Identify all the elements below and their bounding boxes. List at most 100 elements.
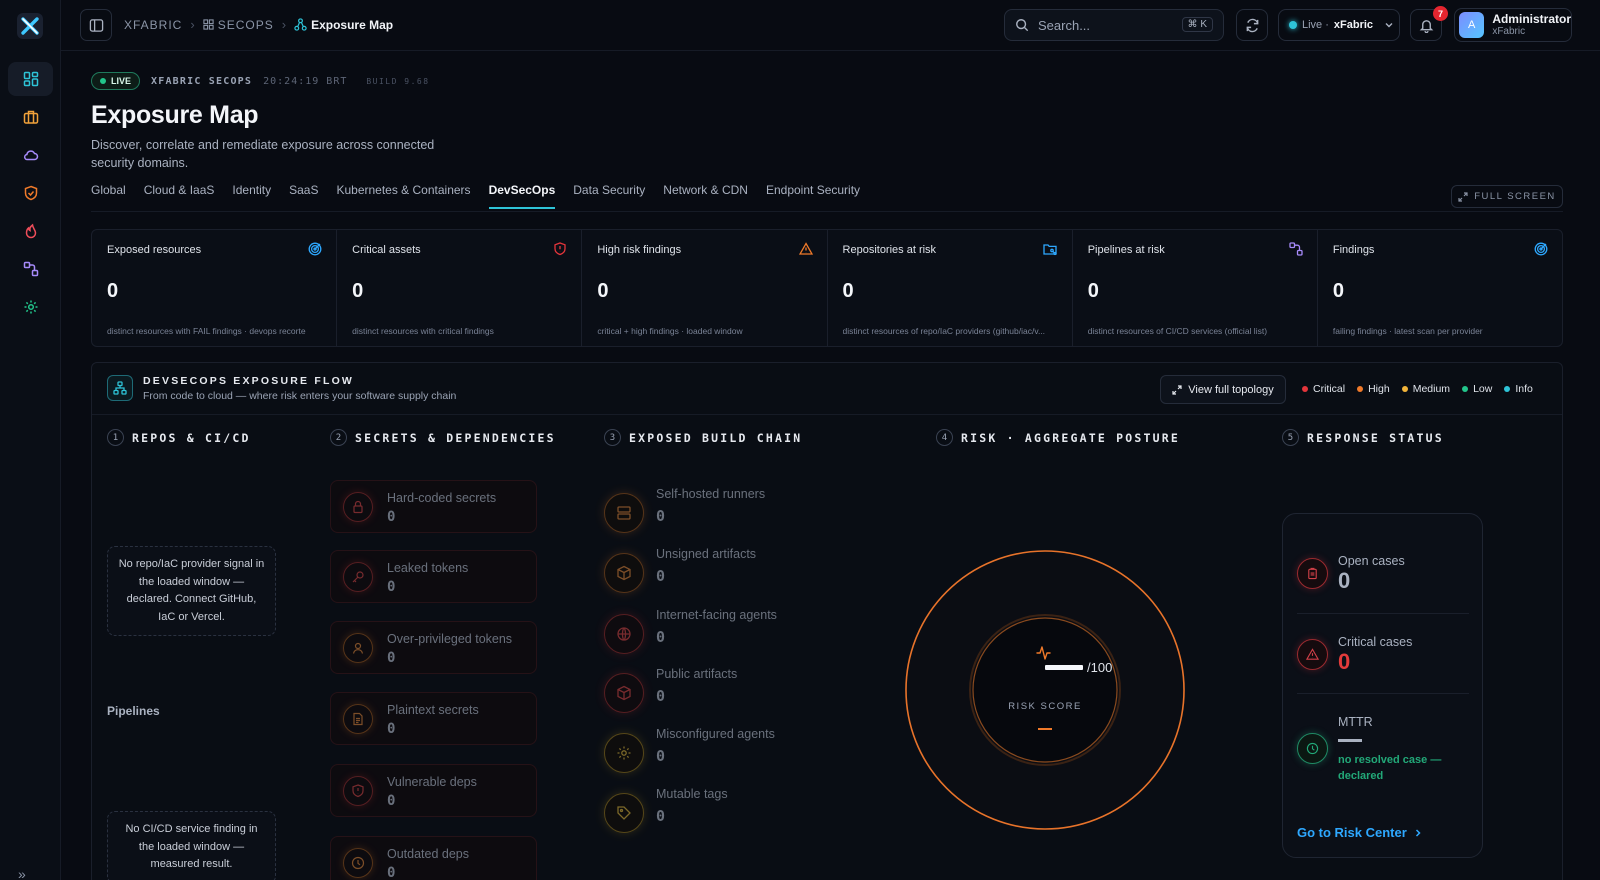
breadcrumb-xfabric[interactable]: XFABRIC xyxy=(124,18,182,32)
flow-subtitle: From code to cloud — where risk enters y… xyxy=(143,390,457,402)
risk-score-empty-dash xyxy=(1045,665,1083,670)
notifications-button[interactable]: 7 xyxy=(1410,6,1448,41)
kpi-pipelines-at-risk[interactable]: Pipelines at risk 0 distinct resources o… xyxy=(1073,230,1318,346)
chevron-right-icon: › xyxy=(281,17,287,32)
tab-saas[interactable]: SaaS xyxy=(289,183,318,209)
kpi-exposed-resources[interactable]: Exposed resources 0 distinct resources w… xyxy=(92,230,338,346)
search-input[interactable]: Search... ⌘ K xyxy=(1004,9,1224,41)
expand-rail-button[interactable]: » xyxy=(18,866,26,880)
shield-icon[interactable] xyxy=(8,176,53,210)
chain-self-hosted-runners[interactable]: Self-hosted runners 0 xyxy=(604,487,824,537)
column-repos-cicd: 1 REPOS & CI/CD xyxy=(107,429,251,446)
status-build: BUILD 9.68 xyxy=(366,76,430,86)
chain-public-artifacts[interactable]: Public artifacts 0 xyxy=(604,667,824,717)
package-icon xyxy=(604,553,644,593)
tab-devsecops[interactable]: DevSecOps xyxy=(488,183,556,209)
mttr-note: no resolved case — declared xyxy=(1338,754,1442,782)
network-icon xyxy=(294,18,307,31)
expand-icon xyxy=(1458,191,1468,202)
target-icon xyxy=(308,242,322,256)
chain-misconfigured-agents[interactable]: Misconfigured agents 0 xyxy=(604,727,824,777)
kpi-sub: failing findings · latest scan per provi… xyxy=(1332,326,1483,336)
kpi-value: 0 xyxy=(1087,280,1099,302)
gear-icon xyxy=(604,733,644,773)
clock-icon xyxy=(1297,733,1328,764)
flow-title: DEVSECOPS EXPOSURE FLOW xyxy=(143,375,355,387)
kpi-sub: distinct resources with critical finding… xyxy=(352,326,494,336)
kpi-findings[interactable]: Findings 0 failing findings · latest sca… xyxy=(1318,230,1562,346)
tab-cloud-iaas[interactable]: Cloud & IaaS xyxy=(144,183,215,209)
kpi-strip: Exposed resources 0 distinct resources w… xyxy=(91,229,1563,347)
expand-icon xyxy=(1172,384,1182,395)
gear-icon[interactable] xyxy=(8,290,53,324)
package-icon xyxy=(604,673,644,713)
risk-score-accent xyxy=(1038,728,1052,730)
chain-mutable-tags[interactable]: Mutable tags 0 xyxy=(604,787,824,837)
kpi-label: Pipelines at risk xyxy=(1087,244,1165,256)
search-icon xyxy=(1016,19,1029,32)
shield-icon xyxy=(343,776,373,806)
view-full-topology-button[interactable]: View full topology xyxy=(1160,375,1286,404)
secret-over-privileged-tokens[interactable]: Over-privileged tokens 0 xyxy=(330,621,537,674)
file-text-icon xyxy=(343,704,373,734)
chain-unsigned-artifacts[interactable]: Unsigned artifacts 0 xyxy=(604,547,824,597)
sidebar-toggle-button[interactable] xyxy=(80,9,112,41)
environment-selector[interactable]: Live · xFabric xyxy=(1278,9,1400,41)
tab-identity[interactable]: Identity xyxy=(232,183,271,209)
secret-vulnerable-deps[interactable]: Vulnerable deps 0 xyxy=(330,764,537,817)
full-screen-button[interactable]: FULL SCREEN xyxy=(1451,185,1563,208)
dashboard-icon[interactable] xyxy=(8,62,53,96)
tab-endpoint-security[interactable]: Endpoint Security xyxy=(766,183,860,209)
repos-empty-state: No repo/IaC provider signal in the loade… xyxy=(107,546,276,636)
user-icon xyxy=(343,633,373,663)
secret-hard-coded[interactable]: Hard-coded secrets 0 xyxy=(330,480,537,533)
column-risk-aggregate: 4 RISK · AGGREGATE POSTURE xyxy=(936,429,1180,446)
risk-score-gauge xyxy=(905,550,1185,830)
kpi-value: 0 xyxy=(352,280,364,302)
kpi-high-risk-findings[interactable]: High risk findings 0 critical + high fin… xyxy=(582,230,828,346)
secret-plaintext[interactable]: Plaintext secrets 0 xyxy=(330,692,537,745)
breadcrumb-current: Exposure Map xyxy=(294,18,393,32)
kpi-label: Critical assets xyxy=(352,244,421,256)
workflow-icon[interactable] xyxy=(8,252,53,286)
live-badge: LIVE xyxy=(91,72,141,90)
kpi-critical-assets[interactable]: Critical assets 0 distinct resources wit… xyxy=(337,230,583,346)
tab-network-cdn[interactable]: Network & CDN xyxy=(663,183,748,209)
kpi-label: High risk findings xyxy=(597,244,682,256)
response-status-card: Open cases 0 Critical cases 0 MTTR no re… xyxy=(1282,513,1483,858)
kpi-value: 0 xyxy=(842,280,854,302)
tab-global[interactable]: Global xyxy=(91,183,126,209)
kpi-repositories-at-risk[interactable]: Repositories at risk 0 distinct resource… xyxy=(828,230,1073,346)
shield-alert-icon xyxy=(554,242,566,256)
mttr-empty-dash xyxy=(1338,739,1362,742)
go-to-risk-center-link[interactable]: Go to Risk Center xyxy=(1297,825,1423,840)
briefcase-icon[interactable] xyxy=(8,100,53,134)
tab-kubernetes[interactable]: Kubernetes & Containers xyxy=(336,183,470,209)
search-placeholder: Search... xyxy=(1038,17,1091,33)
kpi-sub: distinct resources of repo/IaC providers… xyxy=(842,326,1046,336)
severity-legend: Critical High Medium Low Info xyxy=(1302,383,1533,395)
legend-critical: Critical xyxy=(1302,383,1345,395)
cloud-icon[interactable] xyxy=(8,138,53,172)
kpi-label: Findings xyxy=(1332,244,1375,256)
chain-internet-facing-agents[interactable]: Internet-facing agents 0 xyxy=(604,608,824,658)
lock-icon xyxy=(343,492,373,522)
globe-icon xyxy=(604,614,644,654)
open-cases[interactable]: Open cases 0 xyxy=(1297,554,1469,594)
divider xyxy=(1297,693,1469,694)
devsecops-exposure-flow: DEVSECOPS EXPOSURE FLOW From code to clo… xyxy=(91,362,1563,880)
app-logo[interactable] xyxy=(17,13,43,39)
tab-data-security[interactable]: Data Security xyxy=(573,183,645,209)
target-icon xyxy=(1534,242,1548,256)
secret-leaked-tokens[interactable]: Leaked tokens 0 xyxy=(330,550,537,603)
secret-outdated-deps[interactable]: Outdated deps 0 xyxy=(330,836,537,880)
breadcrumb-secops[interactable]: SECOPS xyxy=(203,18,274,32)
user-menu[interactable]: A Administrator xFabric xyxy=(1454,8,1572,42)
kpi-label: Exposed resources xyxy=(107,244,202,256)
critical-cases[interactable]: Critical cases 0 xyxy=(1297,635,1469,675)
refresh-button[interactable] xyxy=(1236,9,1268,41)
pipelines-label: Pipelines xyxy=(107,704,160,718)
chevron-right-icon: › xyxy=(190,17,195,32)
flame-icon[interactable] xyxy=(8,214,53,248)
risk-score-value: /100 xyxy=(1045,660,1112,675)
